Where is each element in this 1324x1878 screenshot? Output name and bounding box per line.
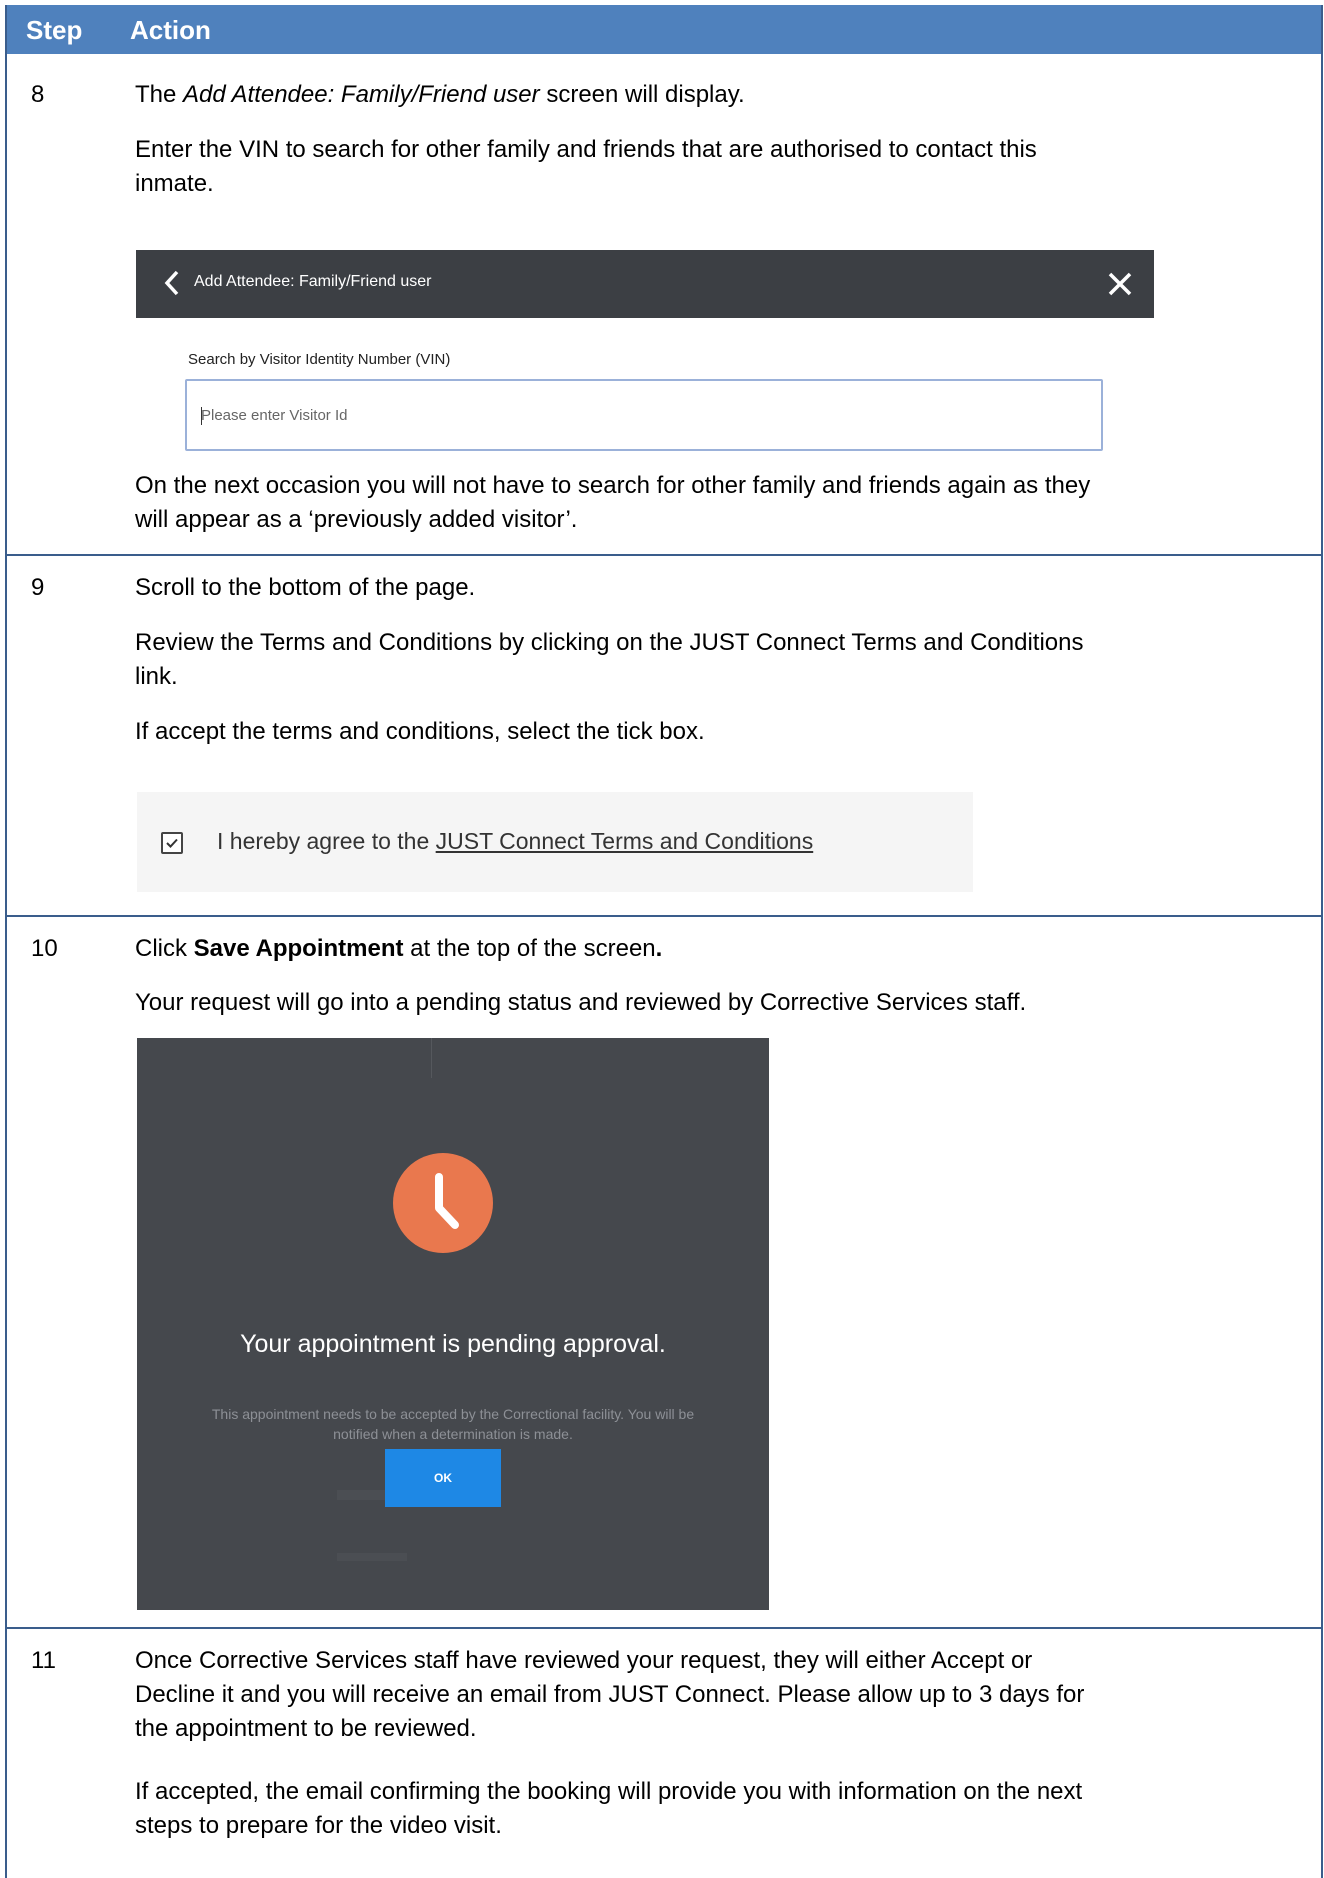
step-8-number: 8 bbox=[31, 81, 45, 108]
terms-text: I hereby agree to the JUST Connect Terms… bbox=[217, 828, 814, 854]
vin-search-input[interactable] bbox=[185, 379, 1103, 451]
header-action: Action bbox=[130, 15, 211, 45]
save-appointment-label: Save Appointment bbox=[193, 935, 404, 962]
terms-agreement: I hereby agree to the JUST Connect Terms… bbox=[137, 792, 973, 892]
step-11-accepted: If accepted, the email confirming the bo… bbox=[135, 1778, 1083, 1839]
attendee-screen-header: Add Attendee: Family/Friend user bbox=[136, 250, 1154, 318]
pending-heading: Your appointment is pending approval. bbox=[240, 1330, 666, 1358]
ok-button[interactable]: OK bbox=[385, 1449, 501, 1507]
header-step: Step bbox=[26, 15, 83, 45]
checkmark-icon bbox=[166, 838, 178, 848]
step-8-instruction: Enter the VIN to search for other family… bbox=[135, 136, 1037, 197]
pending-message: This appointment needs to be accepted by… bbox=[211, 1406, 695, 1442]
step-11-review: Once Corrective Services staff have revi… bbox=[135, 1647, 1085, 1742]
row-divider bbox=[7, 554, 1321, 556]
pending-approval-dialog: Your appointment is pending approval. Th… bbox=[137, 1038, 769, 1610]
clock-icon bbox=[393, 1153, 493, 1253]
instruction-table: Step Action 8 The Add Attendee: Family/F… bbox=[5, 5, 1323, 1878]
step-10-status: Your request will go into a pending stat… bbox=[135, 989, 1027, 1016]
chevron-left-icon[interactable] bbox=[161, 268, 183, 298]
step-11-number: 11 bbox=[31, 1647, 56, 1674]
step-10-number: 10 bbox=[31, 935, 58, 962]
step-9-number: 9 bbox=[31, 574, 45, 601]
step-8-note: On the next occasion you will not have t… bbox=[135, 472, 1091, 533]
terms-checkbox[interactable] bbox=[161, 832, 183, 854]
vin-search-label: Search by Visitor Identity Number (VIN) bbox=[188, 351, 451, 368]
step-9-accept: If accept the terms and conditions, sele… bbox=[135, 718, 705, 745]
attendee-screen-title: Add Attendee: Family/Friend user bbox=[194, 273, 432, 290]
close-icon[interactable] bbox=[1106, 270, 1134, 298]
table-header: Step Action bbox=[7, 5, 1321, 54]
step-9-scroll: Scroll to the bottom of the page. bbox=[135, 574, 476, 601]
row-divider bbox=[7, 915, 1321, 917]
screen-name: Add Attendee: Family/Friend user bbox=[183, 81, 540, 108]
step-8-intro: The Add Attendee: Family/Friend user scr… bbox=[135, 81, 745, 108]
row-divider bbox=[7, 1627, 1321, 1629]
step-9-review: Review the Terms and Conditions by click… bbox=[135, 629, 1084, 690]
terms-link[interactable]: JUST Connect Terms and Conditions bbox=[436, 828, 814, 854]
step-10-instruction: Click Save Appointment at the top of the… bbox=[135, 935, 663, 962]
text-caret bbox=[201, 407, 202, 425]
